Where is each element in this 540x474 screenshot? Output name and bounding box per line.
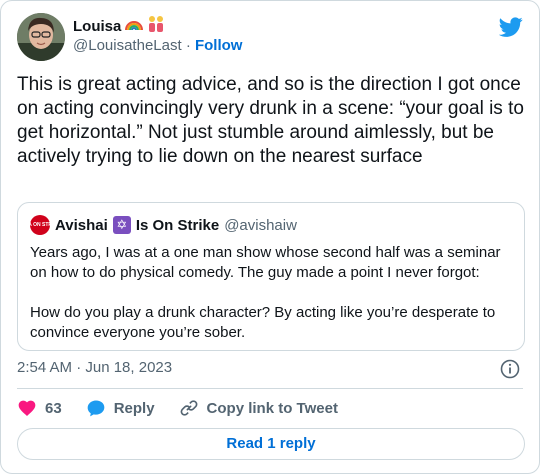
divider (17, 388, 523, 389)
tweet-timestamp[interactable]: 2:54 AM · Jun 18, 2023 (17, 359, 172, 376)
author-handle-line: @LouisatheLast · Follow (73, 37, 242, 54)
like-button[interactable]: 63 (17, 398, 62, 418)
author-handle[interactable]: @LouisatheLast (73, 37, 182, 54)
quoted-tweet-header: WGA ON STRIKE Avishai ✡ Is On Strike @av… (20, 215, 297, 235)
star-of-david-icon: ✡ (112, 216, 131, 234)
author-name-line: Louisa (73, 15, 165, 37)
rainbow-emoji-icon (125, 17, 144, 35)
copy-link-button[interactable]: Copy link to Tweet (179, 398, 338, 418)
tweet-card: Louisa @LouisatheLast · Follow This is g… (0, 0, 540, 474)
heart-icon (18, 400, 36, 416)
tweet-actions: 63 Reply Copy link to Tweet (17, 398, 362, 418)
author-name[interactable]: Louisa (73, 18, 121, 35)
quoted-tweet-text: Years ago, I was at a one man show whose… (30, 244, 501, 341)
info-icon[interactable] (500, 359, 520, 379)
read-replies-button[interactable]: Read 1 reply (17, 428, 525, 460)
two-women-holding-hands-emoji-icon (147, 15, 165, 37)
tweet-text: This is great acting advice, and so is t… (17, 74, 530, 167)
like-count: 63 (45, 399, 62, 417)
follow-button[interactable]: Follow (195, 37, 243, 54)
quoted-author-handle[interactable]: @avishaiw (224, 217, 297, 234)
separator-dot: · (185, 37, 191, 54)
link-icon (180, 400, 197, 416)
avatar-photo (17, 13, 65, 61)
reply-label: Reply (113, 399, 155, 417)
quoted-author-name[interactable]: Avishai (55, 217, 108, 234)
quoted-author-name-suffix: Is On Strike (135, 216, 220, 234)
author-avatar[interactable] (17, 13, 65, 61)
reply-bubble-icon (87, 400, 105, 417)
quoted-author-avatar[interactable]: WGA ON STRIKE (20, 215, 60, 235)
twitter-bird-icon[interactable] (499, 15, 523, 39)
reply-button[interactable]: Reply (86, 398, 155, 418)
copy-link-label: Copy link to Tweet (206, 399, 338, 417)
quoted-tweet[interactable]: WGA ON STRIKE Avishai ✡ Is On Strike @av… (17, 202, 525, 351)
